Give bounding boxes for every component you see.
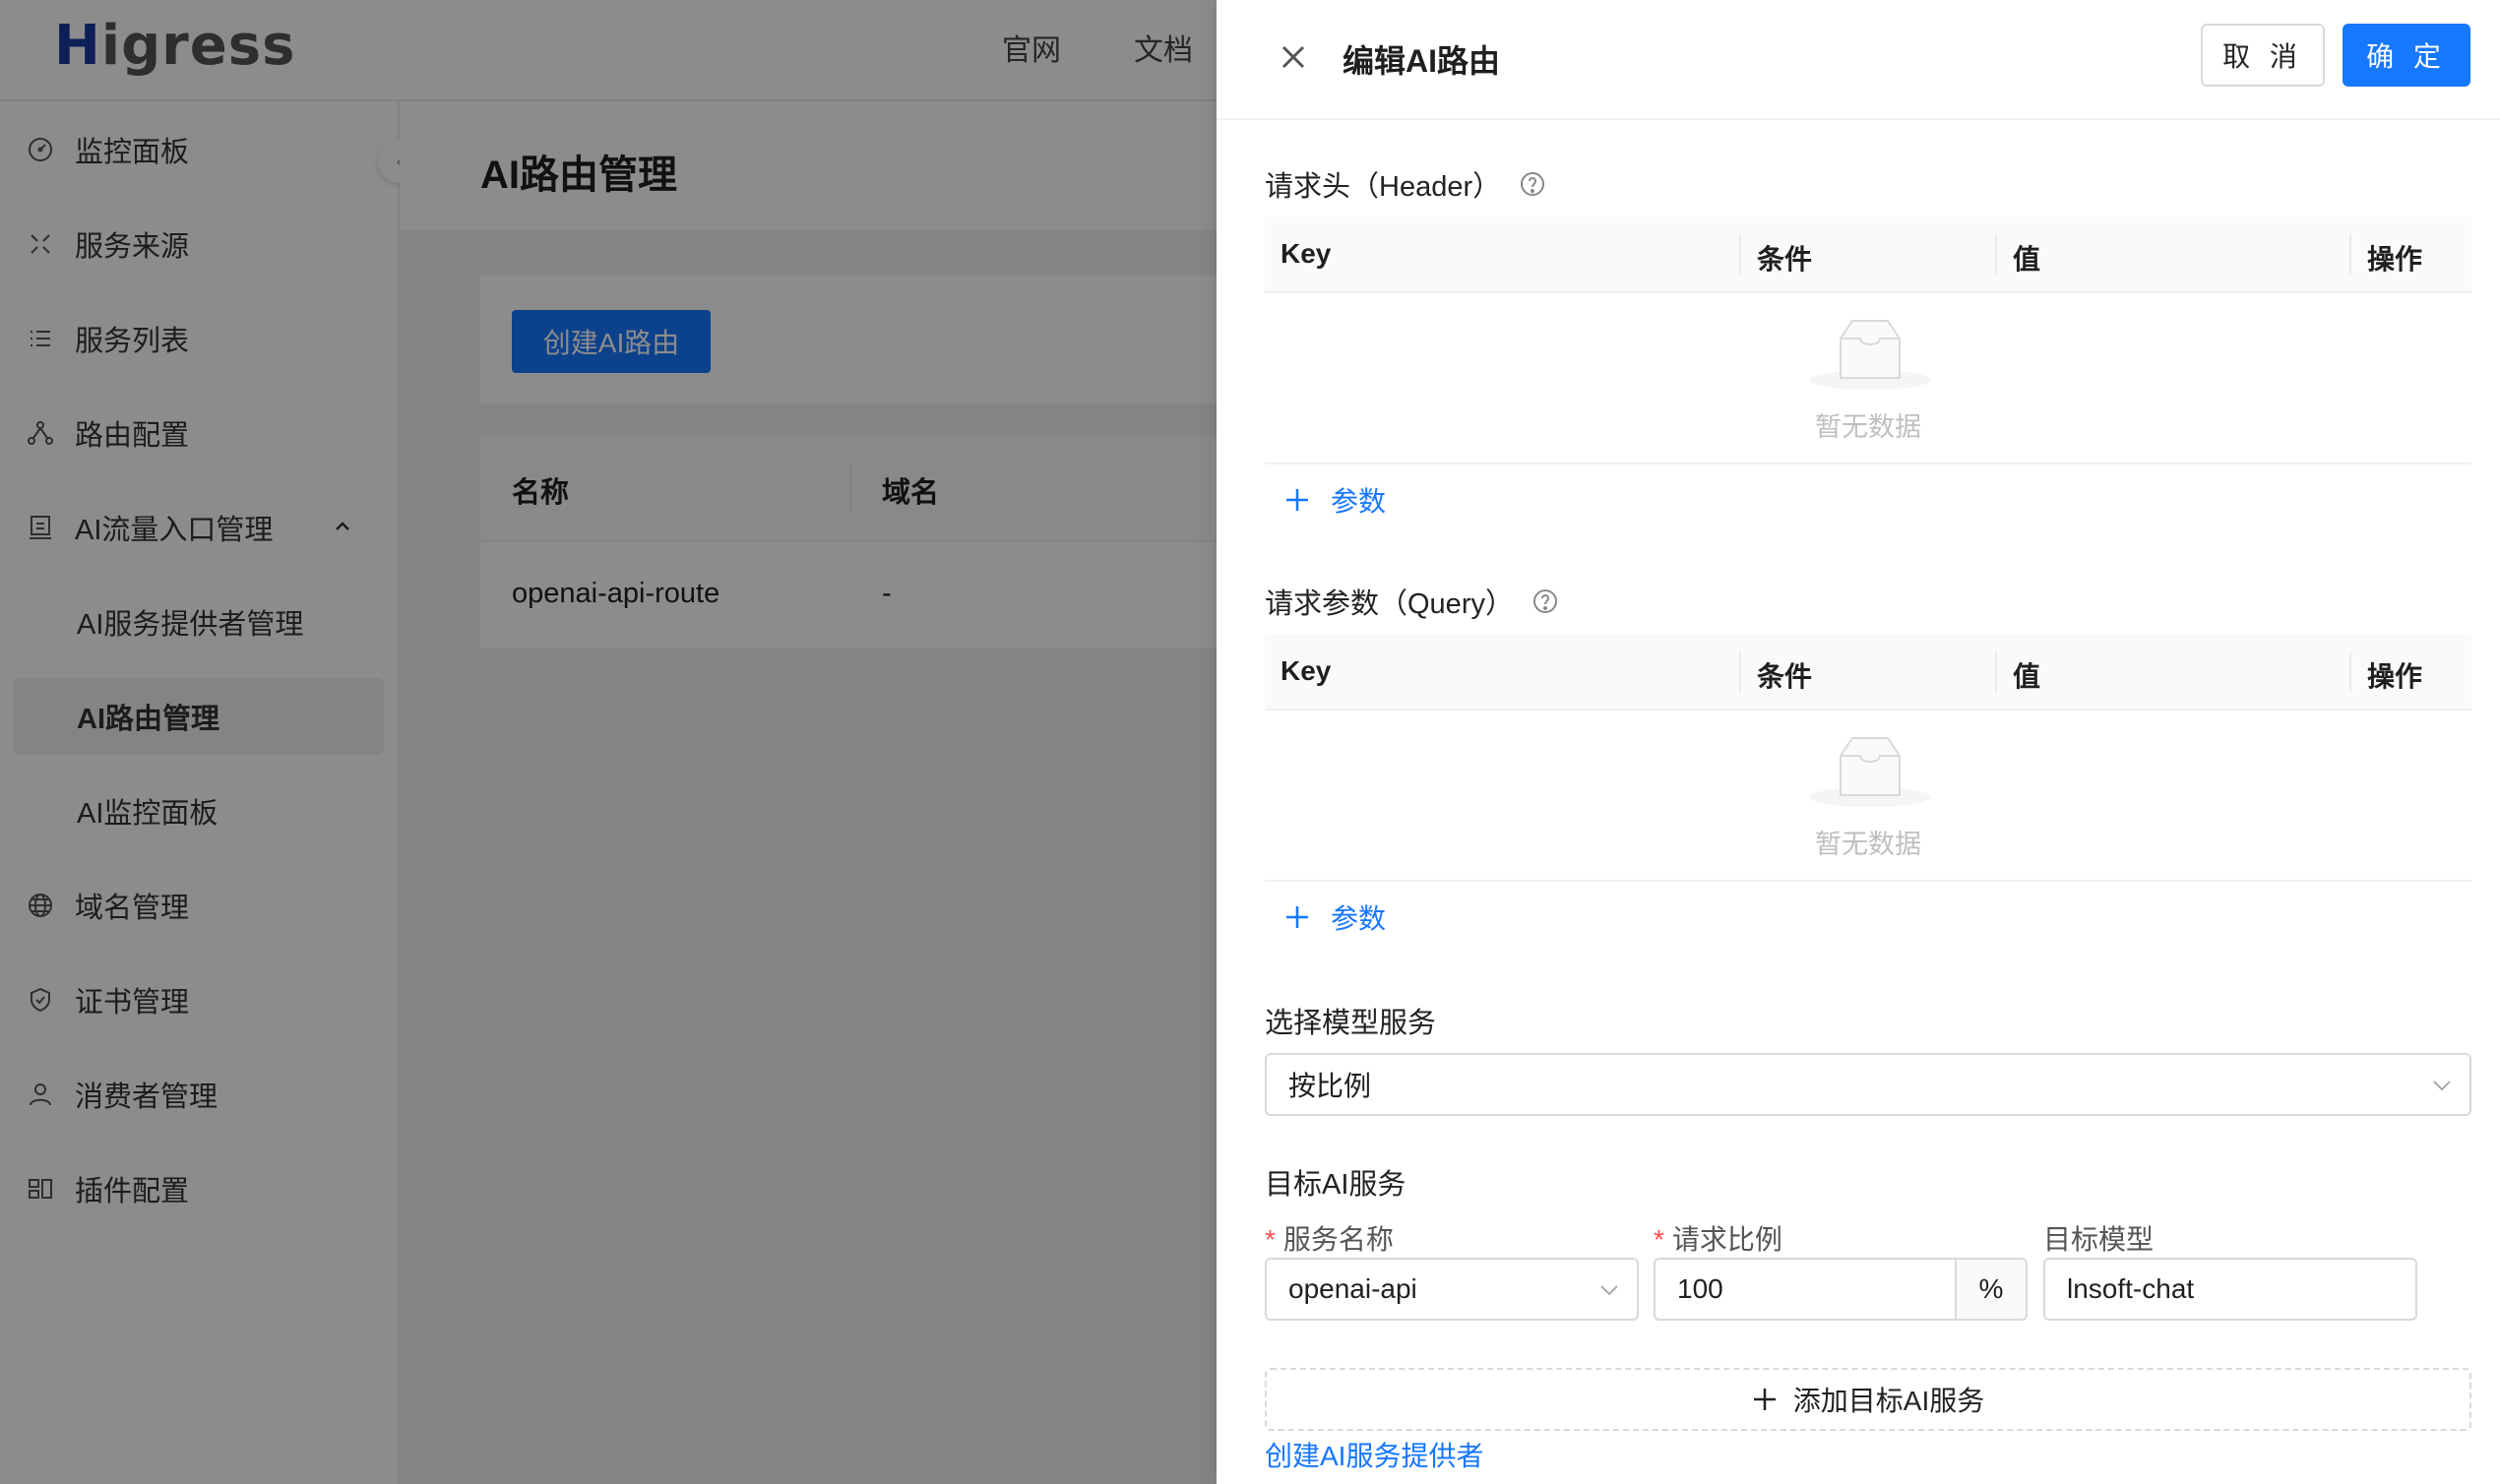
service-name-label-text: 服务名称 [1282, 1224, 1394, 1255]
column-action: 操作 [2367, 244, 2423, 275]
question-circle-icon[interactable] [1519, 170, 1546, 198]
ratio-input[interactable]: 100 [1654, 1258, 1957, 1321]
empty-text: 暂无数据 [1815, 412, 1921, 442]
chevron-down-icon [1597, 1277, 1621, 1301]
model-service-value: 按比例 [1288, 1071, 1372, 1101]
column-key: Key [1281, 238, 1332, 269]
percent-addon: % [1957, 1258, 2028, 1321]
header-section-label: 请求头（Header） [1265, 163, 1546, 205]
required-mark: * [1654, 1224, 1664, 1255]
add-target-label: 添加目标AI服务 [1792, 1386, 1985, 1416]
add-param-label: 参数 [1331, 903, 1387, 934]
column-divider [1995, 651, 1997, 693]
question-circle-icon[interactable] [1531, 587, 1559, 615]
drawer-title: 编辑AI路由 [1343, 43, 1501, 79]
add-query-param-button[interactable]: 参数 [1283, 897, 1386, 937]
target-model-input[interactable]: lnsoft-chat [2043, 1258, 2417, 1321]
add-header-param-button[interactable]: 参数 [1283, 480, 1386, 520]
column-divider [2349, 234, 2351, 276]
column-condition: 条件 [1757, 661, 1813, 692]
required-mark: * [1265, 1224, 1276, 1255]
add-param-label: 参数 [1331, 486, 1387, 517]
empty-inbox-icon [1806, 726, 1934, 807]
confirm-button[interactable]: 确 定 [2343, 24, 2470, 87]
empty-text: 暂无数据 [1815, 830, 1921, 859]
drawer-header: 编辑AI路由 取 消 确 定 [1217, 0, 2500, 120]
service-name-select[interactable]: openai-api [1265, 1258, 1639, 1321]
model-service-label: 选择模型服务 [1265, 1008, 1437, 1039]
cancel-button[interactable]: 取 消 [2201, 24, 2325, 87]
column-divider [1995, 234, 1997, 276]
service-name-label: * 服务名称 [1265, 1218, 1394, 1258]
target-model-label: 目标模型 [2043, 1224, 2155, 1255]
empty-inbox-icon [1806, 309, 1934, 390]
model-service-select[interactable]: 按比例 [1265, 1053, 2471, 1116]
header-label-text: 请求头（Header） [1265, 171, 1502, 203]
edit-ai-route-drawer: 编辑AI路由 取 消 确 定 请求头（Header） Key 条件 值 操作 暂… [1217, 0, 2500, 1484]
create-ai-provider-link[interactable]: 创建AI服务提供者 [1265, 1435, 1483, 1474]
column-value: 值 [2013, 244, 2041, 275]
table-header: Key 条件 值 操作 [1265, 634, 2471, 711]
column-divider [2349, 651, 2351, 693]
column-condition: 条件 [1757, 244, 1813, 275]
column-divider [1739, 234, 1741, 276]
query-section-label: 请求参数（Query） [1265, 581, 1559, 622]
column-action: 操作 [2367, 661, 2423, 692]
target-model-value: lnsoft-chat [2067, 1273, 2195, 1304]
query-label-text: 请求参数（Query） [1265, 588, 1514, 620]
chevron-down-icon [2430, 1073, 2454, 1096]
target-ai-service-label: 目标AI服务 [1265, 1169, 1406, 1201]
column-value: 值 [2013, 661, 2041, 692]
ratio-label-text: 请求比例 [1671, 1224, 1782, 1255]
plus-icon [1283, 486, 1311, 514]
close-icon[interactable] [1274, 37, 1313, 77]
service-name-value: openai-api [1288, 1273, 1417, 1304]
column-key: Key [1281, 655, 1332, 686]
ratio-value: 100 [1677, 1273, 1723, 1304]
table-header: Key 条件 值 操作 [1265, 216, 2471, 293]
column-divider [1739, 651, 1741, 693]
ratio-label: * 请求比例 [1654, 1218, 1782, 1258]
plus-icon [1752, 1387, 1778, 1412]
empty-state: 暂无数据 [1265, 293, 2471, 464]
empty-state: 暂无数据 [1265, 711, 2471, 882]
add-target-ai-service-button[interactable]: 添加目标AI服务 [1265, 1368, 2471, 1431]
plus-icon [1283, 903, 1311, 931]
